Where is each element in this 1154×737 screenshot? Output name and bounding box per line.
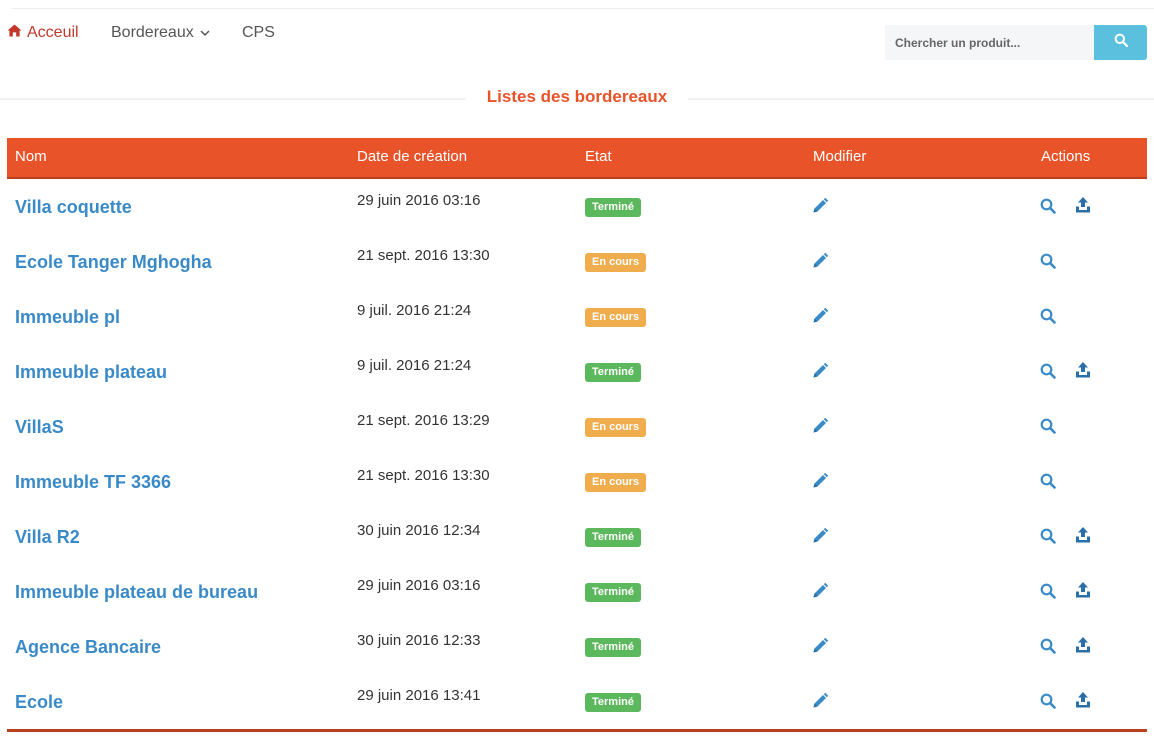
status-badge: En cours: [585, 418, 647, 437]
search-icon[interactable]: [1040, 638, 1056, 654]
bordereau-name-link[interactable]: Ecole: [15, 692, 63, 713]
table-row: Immeuble plateau de bureau 29 juin 2016 0…: [7, 564, 1147, 619]
search-button[interactable]: [1094, 25, 1147, 60]
pencil-icon[interactable]: [811, 637, 829, 655]
bordereau-name-link[interactable]: Immeuble plateau: [15, 362, 167, 383]
pencil-icon[interactable]: [811, 692, 829, 710]
creation-date: 29 juin 2016 03:16: [357, 577, 481, 594]
creation-date: 21 sept. 2016 13:30: [357, 247, 490, 264]
status-badge: Terminé: [585, 198, 641, 217]
navbar: Acceuil Bordereaux CPS: [0, 9, 1154, 61]
pencil-icon[interactable]: [811, 197, 829, 215]
nav-bordereaux-dropdown[interactable]: Bordereaux: [111, 24, 210, 42]
pencil-icon[interactable]: [811, 252, 829, 270]
search-icon[interactable]: [1040, 253, 1056, 269]
nav-bordereaux-label: Bordereaux: [111, 24, 194, 41]
creation-date: 29 juin 2016 03:16: [357, 192, 481, 209]
title-divider-right: [688, 98, 1154, 100]
search-icon[interactable]: [1040, 693, 1056, 709]
table-row: Immeuble TF 3366 21 sept. 2016 13:30 En co…: [7, 454, 1147, 509]
pencil-icon[interactable]: [811, 307, 829, 325]
status-badge: Terminé: [585, 638, 641, 657]
bordereau-name-link[interactable]: Ecole Tanger Mghogha: [15, 252, 212, 273]
header-date: Date de création: [357, 148, 468, 165]
pencil-icon[interactable]: [811, 582, 829, 600]
creation-date: 30 juin 2016 12:34: [357, 522, 481, 539]
table-footer-line: [7, 729, 1147, 732]
pencil-icon[interactable]: [811, 472, 829, 490]
creation-date: 21 sept. 2016 13:29: [357, 412, 490, 429]
search-icon[interactable]: [1040, 418, 1056, 434]
home-icon: [7, 24, 22, 42]
nav-home-link[interactable]: Acceuil: [7, 24, 79, 42]
table-row: VillaS 21 sept. 2016 13:29 En cours: [7, 399, 1147, 454]
search-icon[interactable]: [1040, 308, 1056, 324]
search-icon[interactable]: [1040, 473, 1056, 489]
bordereau-name-link[interactable]: VillaS: [15, 417, 64, 438]
status-badge: En cours: [585, 473, 647, 492]
creation-date: 21 sept. 2016 13:30: [357, 467, 490, 484]
nav-cps-link[interactable]: CPS: [242, 24, 275, 42]
search-icon[interactable]: [1040, 198, 1056, 214]
page-title: Listes des bordereaux: [486, 87, 668, 106]
search-icon: [1114, 33, 1128, 52]
creation-date: 30 juin 2016 12:33: [357, 632, 481, 649]
bordereau-name-link[interactable]: Villa coquette: [15, 197, 132, 218]
creation-date: 9 juil. 2016 21:24: [357, 357, 472, 374]
search-bar: [885, 25, 1147, 60]
upload-icon[interactable]: [1075, 361, 1091, 378]
nav-home-label: Acceuil: [27, 24, 79, 41]
bordereau-name-link[interactable]: Agence Bancaire: [15, 637, 161, 658]
bordereau-name-link[interactable]: Immeuble pl: [15, 307, 120, 328]
pencil-icon[interactable]: [811, 417, 829, 435]
table-row: Immeuble pl 9 juil. 2016 21:24 En cours: [7, 289, 1147, 344]
chevron-down-icon: [199, 24, 210, 42]
table-row: Ecole Tanger Mghogha 21 sept. 2016 13:30 E…: [7, 234, 1147, 289]
table-row: Ecole 29 juin 2016 13:41 Terminé: [7, 674, 1147, 729]
table-body: Villa coquette 29 juin 2016 03:16 Terminé E…: [7, 179, 1147, 729]
bordereau-name-link[interactable]: Immeuble TF 3366: [15, 472, 171, 493]
table-header: Nom Date de création Etat Modifier Actio…: [7, 138, 1147, 179]
table-row: Immeuble plateau 9 juil. 2016 21:24 Termin…: [7, 344, 1147, 399]
pencil-icon[interactable]: [811, 527, 829, 545]
status-badge: Terminé: [585, 583, 641, 602]
header-etat: Etat: [585, 148, 612, 165]
creation-date: 9 juil. 2016 21:24: [357, 302, 472, 319]
status-badge: Terminé: [585, 528, 641, 547]
search-input[interactable]: [885, 25, 1094, 60]
table-row: Agence Bancaire 30 juin 2016 12:33 Terminé: [7, 619, 1147, 674]
upload-icon[interactable]: [1075, 526, 1091, 543]
header-modifier: Modifier: [813, 148, 867, 165]
creation-date: 29 juin 2016 13:41: [357, 687, 481, 704]
page-title-row: Listes des bordereaux: [0, 86, 1154, 110]
upload-icon[interactable]: [1075, 636, 1091, 653]
upload-icon[interactable]: [1075, 691, 1091, 708]
header-actions: Actions: [1041, 148, 1091, 165]
status-badge: Terminé: [585, 363, 641, 382]
title-divider-left: [0, 98, 466, 100]
search-icon[interactable]: [1040, 528, 1056, 544]
status-badge: En cours: [585, 253, 647, 272]
status-badge: Terminé: [585, 693, 641, 712]
search-icon[interactable]: [1040, 363, 1056, 379]
pencil-icon[interactable]: [811, 362, 829, 380]
bordereau-name-link[interactable]: Villa R2: [15, 527, 80, 548]
upload-icon[interactable]: [1075, 581, 1091, 598]
header-nom: Nom: [15, 148, 47, 165]
status-badge: En cours: [585, 308, 647, 327]
bordereau-name-link[interactable]: Immeuble plateau de bureau: [15, 582, 258, 603]
table-row: Villa coquette 29 juin 2016 03:16 Terminé: [7, 179, 1147, 234]
bordereaux-table: Nom Date de création Etat Modifier Actio…: [7, 138, 1147, 732]
table-row: Villa R2 30 juin 2016 12:34 Terminé: [7, 509, 1147, 564]
search-icon[interactable]: [1040, 583, 1056, 599]
upload-icon[interactable]: [1075, 196, 1091, 213]
nav-cps-label: CPS: [242, 24, 275, 41]
